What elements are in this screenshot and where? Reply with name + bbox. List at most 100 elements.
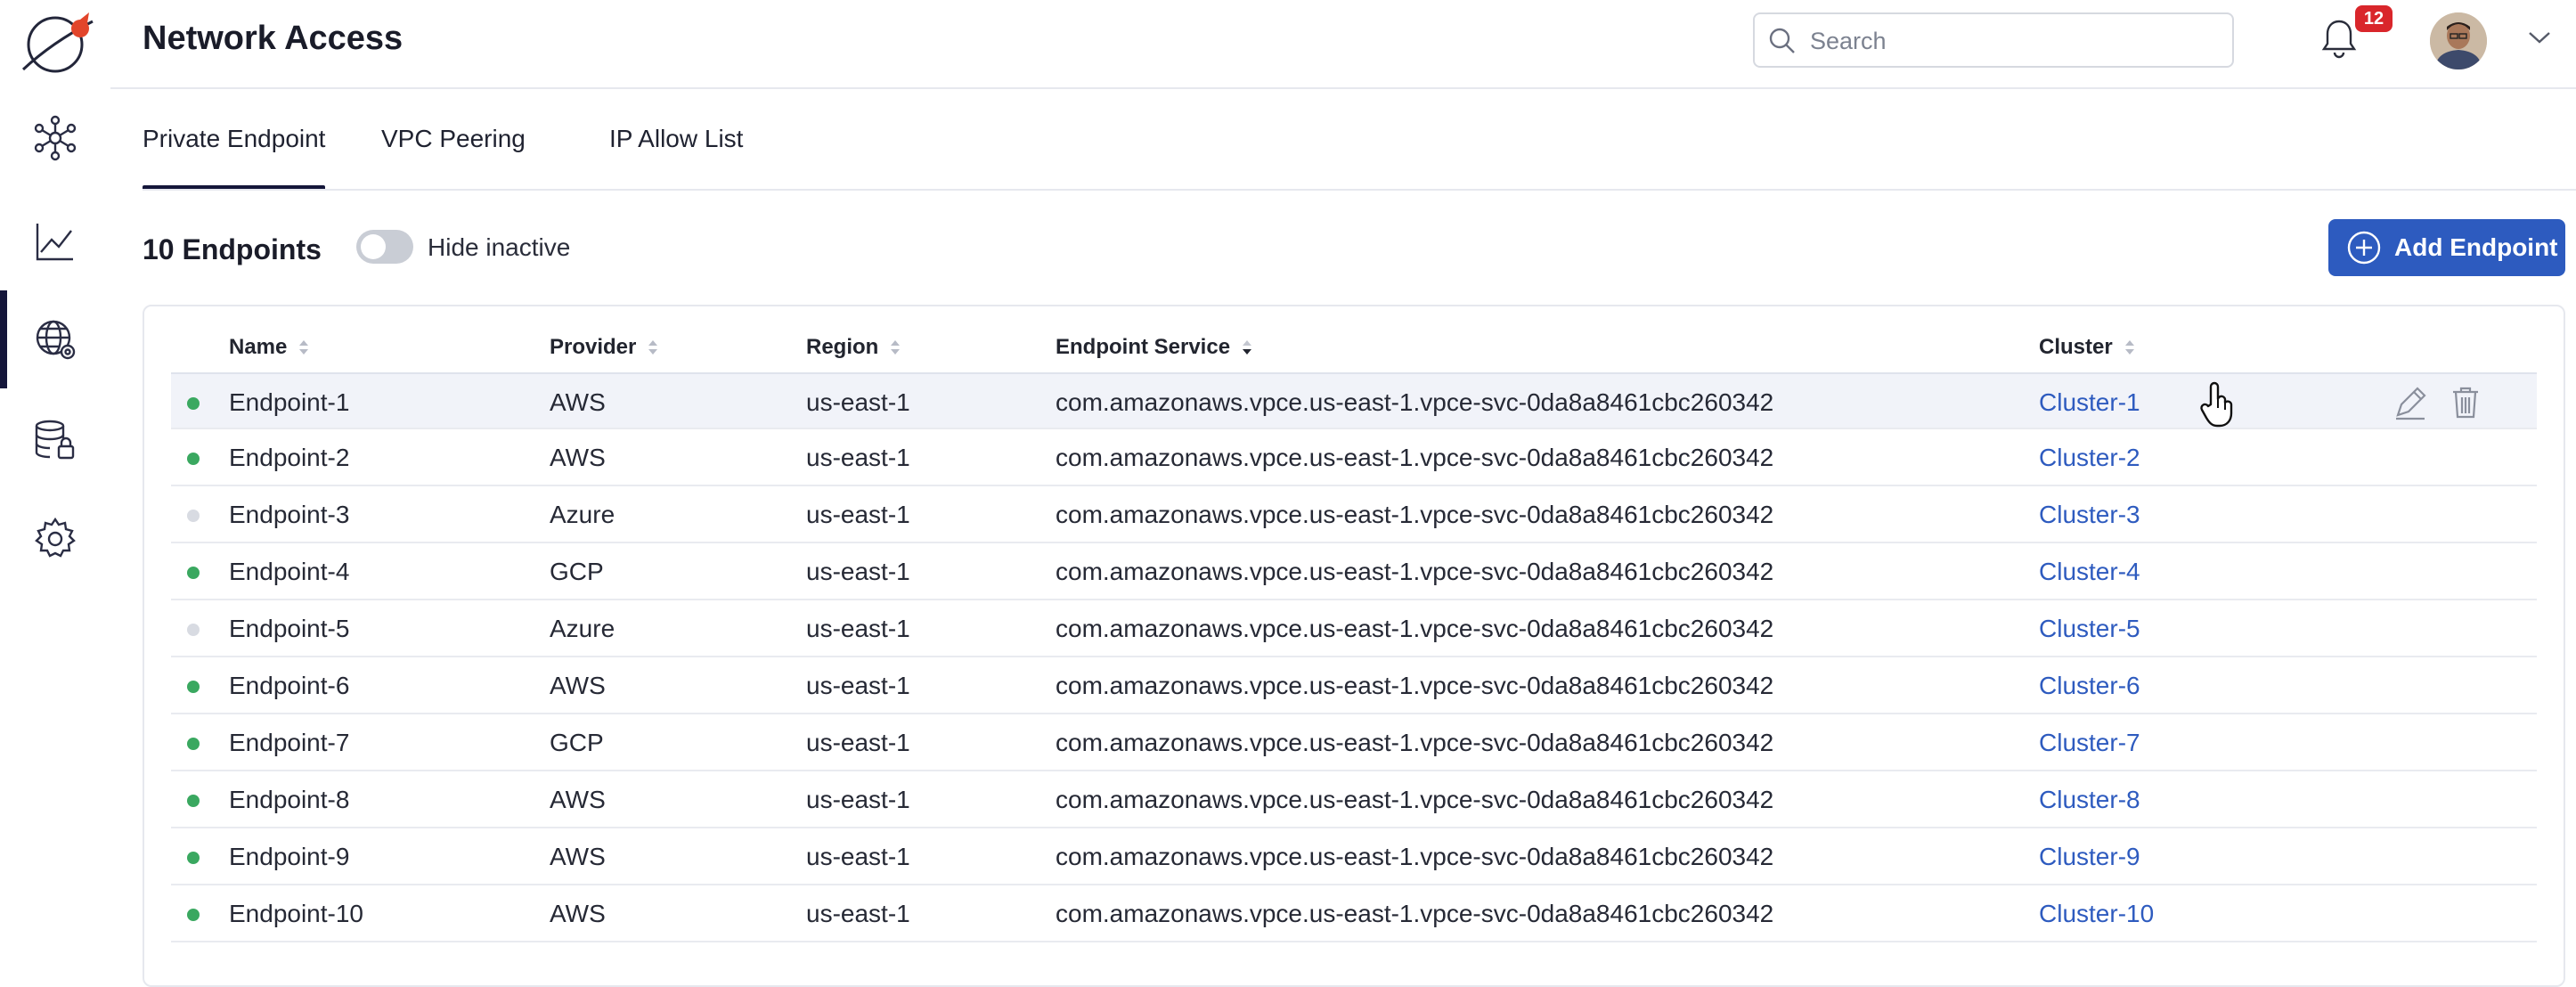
endpoint-name-cell: Endpoint-7 <box>229 729 350 756</box>
region-cell: us-east-1 <box>806 729 910 756</box>
endpoint-name-cell: Endpoint-9 <box>229 843 350 870</box>
add-endpoint-label: Add Endpoint <box>2394 233 2558 261</box>
endpoint-name-cell: Endpoint-1 <box>229 388 350 416</box>
table-row[interactable]: Endpoint-6 AWS us-east-1 com.amazonaws.vpce… <box>171 657 2537 714</box>
sidebar-item-databases[interactable] <box>0 392 110 490</box>
endpoint-name-cell: Endpoint-3 <box>229 501 350 528</box>
endpoint-service-cell: com.amazonaws.vpce.us-east-1.vpce-svc-0d… <box>1056 501 1774 528</box>
search-box[interactable] <box>1753 12 2234 68</box>
tabs-divider <box>143 189 2576 191</box>
endpoint-name-cell: Endpoint-2 <box>229 444 350 471</box>
user-avatar-icon <box>2430 12 2487 69</box>
bell-icon <box>2321 20 2357 59</box>
edit-icon[interactable] <box>2391 383 2430 422</box>
tab-ip-allow-list[interactable]: IP Allow List <box>609 125 743 153</box>
table-row[interactable]: Endpoint-7 GCP us-east-1 com.amazonaws.vpce… <box>171 714 2537 771</box>
column-header-name[interactable]: Name <box>229 335 310 360</box>
table-row[interactable]: Endpoint-1 AWS us-east-1 com.amazonaws.vpce… <box>171 372 2537 429</box>
status-dot-icon <box>187 681 200 693</box>
provider-cell: AWS <box>550 444 606 471</box>
endpoint-name-cell: Endpoint-8 <box>229 786 350 813</box>
provider-cell: AWS <box>550 672 606 699</box>
status-dot-icon <box>187 453 200 465</box>
cluster-link[interactable]: Cluster-10 <box>2039 900 2154 928</box>
column-header-label: Endpoint Service <box>1056 335 1231 359</box>
region-cell: us-east-1 <box>806 558 910 585</box>
table-row[interactable]: Endpoint-2 AWS us-east-1 com.amazonaws.vpce… <box>171 429 2537 486</box>
status-dot-icon <box>187 624 200 636</box>
status-dot-icon <box>187 738 200 750</box>
row-actions <box>2391 383 2485 422</box>
table-row[interactable]: Endpoint-3 Azure us-east-1 com.amazonaws.vp… <box>171 486 2537 543</box>
sidebar <box>0 0 112 987</box>
endpoint-name-cell: Endpoint-10 <box>229 900 364 927</box>
cluster-link[interactable]: Cluster-9 <box>2039 843 2140 871</box>
status-dot-icon <box>187 397 200 410</box>
provider-cell: Azure <box>550 615 615 642</box>
region-cell: us-east-1 <box>806 444 910 471</box>
column-header-label: Provider <box>550 335 637 359</box>
provider-cell: GCP <box>550 558 604 585</box>
avatar[interactable] <box>2430 12 2487 69</box>
column-header-label: Name <box>229 335 288 359</box>
column-header-label: Region <box>806 335 879 359</box>
cluster-link[interactable]: Cluster-5 <box>2039 615 2140 643</box>
table-row[interactable]: Endpoint-8 AWS us-east-1 com.amazonaws.vpce… <box>171 771 2537 828</box>
logo-icon[interactable] <box>16 7 96 78</box>
endpoint-service-cell: com.amazonaws.vpce.us-east-1.vpce-svc-0d… <box>1056 615 1774 642</box>
database-lock-icon <box>35 420 75 460</box>
endpoint-name-cell: Endpoint-5 <box>229 615 350 642</box>
table-row[interactable]: Endpoint-9 AWS us-east-1 com.amazonaws.vpce… <box>171 828 2537 885</box>
provider-cell: GCP <box>550 729 604 756</box>
sort-icon <box>891 340 901 355</box>
sidebar-item-analytics[interactable] <box>0 192 110 290</box>
table-row[interactable]: Endpoint-4 GCP us-east-1 com.amazonaws.vpce… <box>171 543 2537 600</box>
search-icon <box>1769 28 1795 53</box>
search-input[interactable] <box>1808 21 2221 61</box>
cluster-link[interactable]: Cluster-3 <box>2039 501 2140 529</box>
cluster-link[interactable]: Cluster-7 <box>2039 729 2140 757</box>
cluster-link[interactable]: Cluster-8 <box>2039 786 2140 814</box>
sidebar-item-network[interactable] <box>0 290 110 388</box>
column-header-cluster[interactable]: Cluster <box>2039 335 2136 360</box>
cluster-link[interactable]: Cluster-4 <box>2039 558 2140 586</box>
status-dot-icon <box>187 852 200 864</box>
region-cell: us-east-1 <box>806 786 910 813</box>
page-title: Network Access <box>143 20 404 57</box>
status-dot-icon <box>187 510 200 522</box>
chevron-down-icon[interactable] <box>2526 29 2553 46</box>
table-row[interactable]: Endpoint-10 AWS us-east-1 com.amazonaws.vpc… <box>171 885 2537 942</box>
provider-cell: AWS <box>550 843 606 870</box>
region-cell: us-east-1 <box>806 672 910 699</box>
sort-icon <box>299 340 309 355</box>
provider-cell: AWS <box>550 900 606 927</box>
sidebar-item-topology[interactable] <box>0 89 110 187</box>
sort-desc-icon <box>1243 340 1252 355</box>
network-hub-icon <box>34 115 77 161</box>
column-header-endpoint-service[interactable]: Endpoint Service <box>1056 335 1253 360</box>
status-dot-icon <box>187 567 200 579</box>
status-dot-icon <box>187 795 200 807</box>
tab-private-endpoint[interactable]: Private Endpoint <box>143 125 326 191</box>
trash-icon[interactable] <box>2446 383 2485 422</box>
endpoint-service-cell: com.amazonaws.vpce.us-east-1.vpce-svc-0d… <box>1056 843 1774 870</box>
sidebar-item-settings[interactable] <box>0 490 110 588</box>
cluster-link[interactable]: Cluster-1 <box>2039 388 2140 417</box>
tab-vpc-peering[interactable]: VPC Peering <box>381 125 526 153</box>
endpoint-service-cell: com.amazonaws.vpce.us-east-1.vpce-svc-0d… <box>1056 558 1774 585</box>
sort-icon <box>2124 340 2134 355</box>
column-header-provider[interactable]: Provider <box>550 335 659 360</box>
column-header-region[interactable]: Region <box>806 335 901 360</box>
column-header-label: Cluster <box>2039 335 2113 359</box>
cluster-link[interactable]: Cluster-2 <box>2039 444 2140 472</box>
region-cell: us-east-1 <box>806 615 910 642</box>
add-endpoint-button[interactable]: Add Endpoint <box>2328 219 2565 276</box>
provider-cell: Azure <box>550 501 615 528</box>
endpoint-service-cell: com.amazonaws.vpce.us-east-1.vpce-svc-0d… <box>1056 786 1774 813</box>
table-row[interactable]: Endpoint-5 Azure us-east-1 com.amazonaws.vp… <box>171 600 2537 657</box>
content: Private Endpoint VPC Peering IP Allow Li… <box>110 89 2576 987</box>
region-cell: us-east-1 <box>806 843 910 870</box>
cluster-link[interactable]: Cluster-6 <box>2039 672 2140 700</box>
gear-icon <box>35 517 76 558</box>
hide-inactive-toggle[interactable] <box>356 230 413 264</box>
